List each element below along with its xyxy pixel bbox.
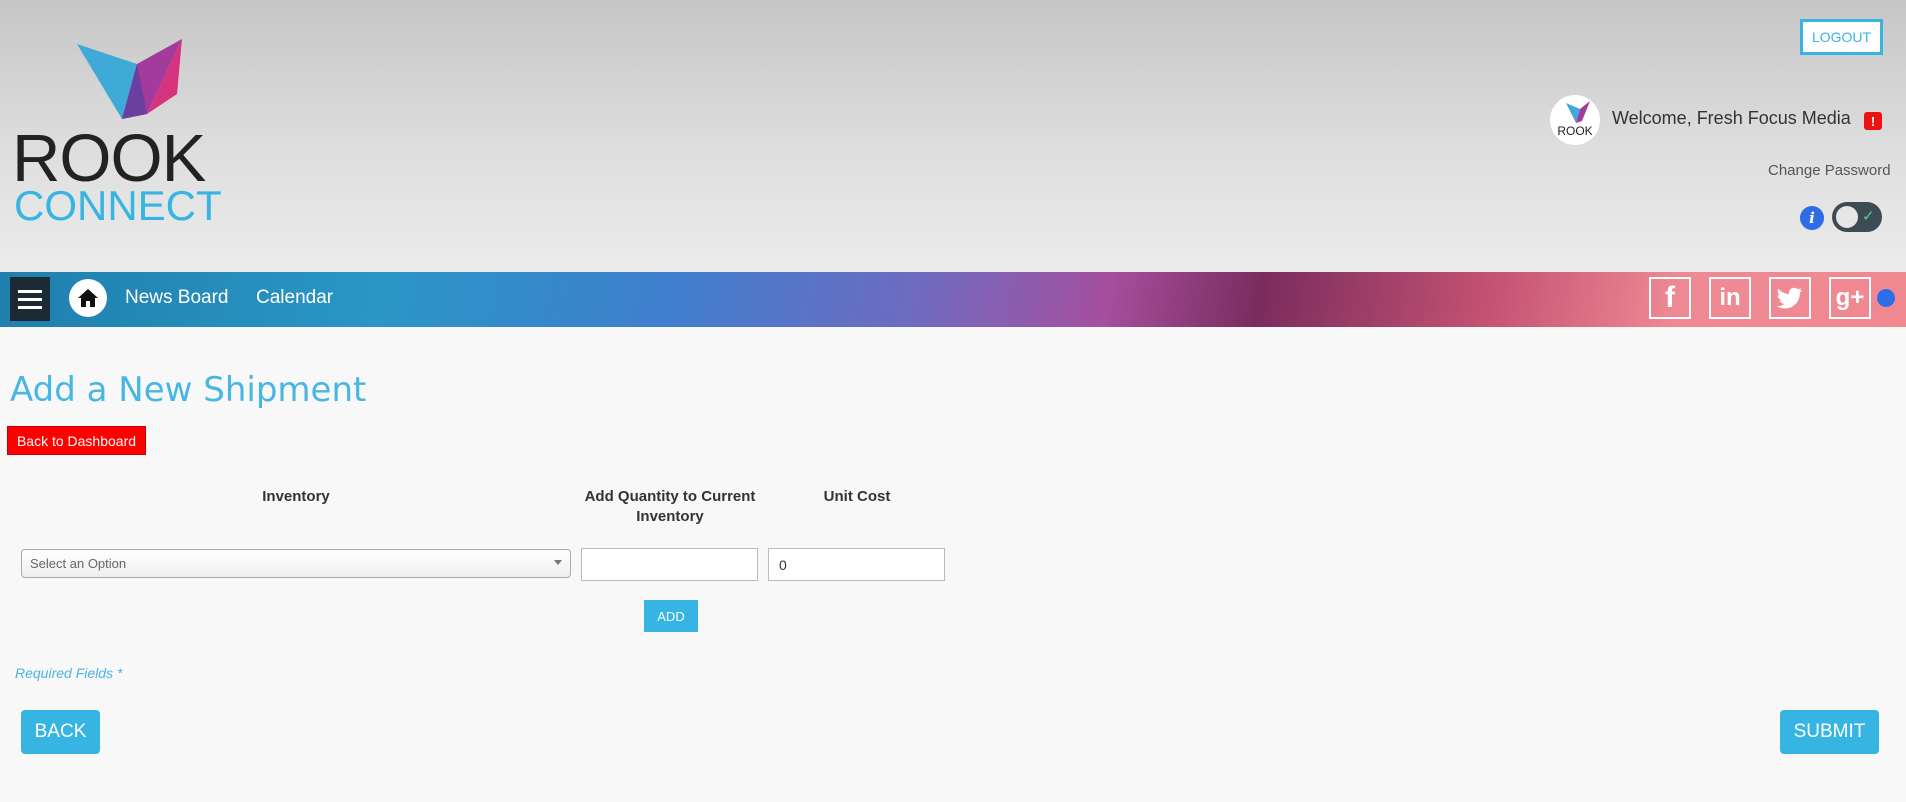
change-password-link[interactable]: Change Password <box>1768 162 1891 179</box>
hamburger-line <box>18 305 42 309</box>
info-icon[interactable]: i <box>1800 206 1824 230</box>
inventory-select-placeholder: Select an Option <box>30 556 127 571</box>
avatar[interactable]: ROOK <box>1550 95 1600 145</box>
google-plus-icon[interactable]: g+ <box>1829 277 1871 319</box>
avatar-logo-icon: ROOK <box>1557 101 1593 138</box>
theme-toggle[interactable]: ✓ <box>1832 202 1882 232</box>
linkedin-icon[interactable]: in <box>1709 277 1751 319</box>
check-icon: ✓ <box>1862 208 1875 225</box>
notification-dot-icon <box>1877 289 1895 307</box>
back-to-dashboard-button[interactable]: Back to Dashboard <box>7 426 146 455</box>
page-title: Add a New Shipment <box>10 370 367 410</box>
toggle-knob <box>1836 206 1858 228</box>
column-header-add-quantity: Add Quantity to Current Inventory <box>584 488 756 525</box>
twitter-icon[interactable] <box>1769 277 1811 319</box>
required-fields-note: Required Fields * <box>15 665 123 681</box>
alert-icon[interactable]: ! <box>1864 112 1882 130</box>
logo-text-connect: CONNECT <box>14 182 222 229</box>
inventory-select[interactable]: Select an Option <box>21 549 571 578</box>
add-button[interactable]: ADD <box>644 600 698 632</box>
logout-button[interactable]: LOGOUT <box>1800 19 1883 55</box>
submit-button[interactable]: SUBMIT <box>1780 710 1879 754</box>
unit-cost-input[interactable] <box>768 548 945 581</box>
main-navbar: News Board Calendar f in g+ <box>0 272 1906 327</box>
home-button[interactable] <box>69 279 107 317</box>
back-button[interactable]: BACK <box>21 710 100 754</box>
nav-news-board[interactable]: News Board <box>125 287 229 309</box>
site-header: ROOK CONNECT LOGOUT ROOK Welcome, Fresh … <box>0 0 1906 272</box>
hamburger-line <box>18 297 42 301</box>
quantity-input[interactable] <box>581 548 758 581</box>
hamburger-menu-button[interactable] <box>10 277 50 321</box>
avatar-text: ROOK <box>1557 124 1592 138</box>
column-header-unit-cost: Unit Cost <box>823 488 891 505</box>
welcome-message: Welcome, Fresh Focus Media <box>1612 108 1851 128</box>
hamburger-line <box>18 289 42 293</box>
home-icon <box>78 289 98 307</box>
nav-calendar[interactable]: Calendar <box>256 287 333 309</box>
chevron-down-icon <box>554 560 562 565</box>
rook-connect-logo[interactable]: ROOK CONNECT <box>12 30 222 230</box>
twitter-bird-icon <box>1777 287 1802 309</box>
facebook-icon[interactable]: f <box>1649 277 1691 319</box>
column-header-inventory: Inventory <box>262 488 330 505</box>
